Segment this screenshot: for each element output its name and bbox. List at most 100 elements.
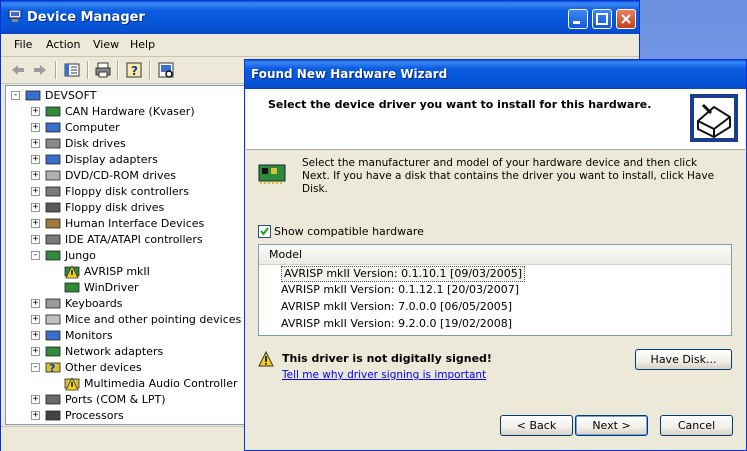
expand-icon[interactable]: + (31, 315, 40, 324)
close-button[interactable] (616, 9, 636, 29)
minimize-button[interactable] (568, 9, 588, 29)
expand-icon[interactable]: + (31, 299, 40, 308)
expand-icon[interactable]: + (31, 235, 40, 244)
question-icon: ? (45, 362, 61, 375)
expand-icon[interactable]: + (31, 347, 40, 356)
back-arrow-icon[interactable] (9, 61, 27, 79)
processor-icon (45, 410, 61, 421)
tree-item-label: Floppy disk drives (65, 201, 165, 214)
tree-item-label: Computer (65, 121, 120, 134)
tree-item-label: Disk drives (65, 137, 126, 150)
wizard-header: Select the device driver you want to ins… (246, 89, 745, 150)
menu-file[interactable]: File (14, 38, 32, 51)
checkmark-icon (260, 227, 269, 236)
tree-item-label: DVD/CD-ROM drives (65, 169, 176, 182)
question-warning-icon (64, 377, 80, 391)
window-title: Device Manager (27, 10, 145, 25)
tree-item-label: Human Interface Devices (65, 217, 205, 230)
keyboard-icon (45, 298, 61, 309)
warning-card-icon (64, 265, 80, 279)
network-icon (45, 346, 61, 357)
collapse-icon[interactable]: - (11, 91, 20, 100)
tree-item-label: Multimedia Audio Controller (84, 377, 238, 390)
svg-text:?: ? (131, 64, 138, 78)
tree-item-label: Jungo (65, 249, 96, 262)
model-item[interactable]: AVRISP mkII Version: 0.1.12.1 [20/03/200… (281, 283, 519, 299)
collapse-icon[interactable]: - (31, 363, 40, 372)
tree-item-label: Keyboards (65, 297, 123, 310)
model-list[interactable]: Model AVRISP mkII Version: 0.1.10.1 [09/… (258, 244, 732, 336)
computer-icon (25, 90, 41, 101)
svg-text:?: ? (49, 362, 55, 375)
found-new-hardware-wizard: Found New Hardware Wizard Select the dev… (244, 59, 747, 451)
minimize-icon (573, 21, 580, 24)
tree-item-label: Monitors (65, 329, 113, 342)
expand-icon[interactable]: + (31, 155, 40, 164)
scan-hardware-icon[interactable] (157, 61, 175, 79)
wizard-heading: Select the device driver you want to ins… (268, 98, 652, 111)
device-manager-titlebar[interactable]: Device Manager (1, 1, 639, 34)
model-header-label: Model (269, 248, 303, 261)
maximize-button[interactable] (592, 9, 612, 29)
tree-item-label: Display adapters (65, 153, 158, 166)
properties-icon[interactable] (63, 61, 81, 79)
card-icon (45, 106, 61, 117)
menu-bar: File Action View Help (1, 34, 639, 57)
unsigned-driver-warning: This driver is not digitally signed! (282, 352, 492, 365)
card-icon (64, 282, 80, 293)
wizard-instructions: Select the manufacturer and model of you… (302, 157, 715, 195)
menu-view[interactable]: View (93, 38, 119, 51)
collapse-icon[interactable]: - (31, 251, 40, 260)
toolbar-separator (87, 61, 89, 79)
card-icon (45, 250, 61, 261)
disk-icon (45, 138, 61, 149)
expand-icon[interactable]: + (31, 171, 40, 180)
expand-icon[interactable]: + (31, 203, 40, 212)
toolbar-separator (117, 61, 119, 79)
tree-item-label: Other devices (65, 361, 142, 374)
menu-action[interactable]: Action (46, 38, 80, 51)
cancel-button[interactable]: Cancel (660, 415, 733, 436)
tree-item-label: Ports (COM & LPT) (65, 393, 166, 406)
show-compatible-checkbox[interactable] (258, 225, 271, 238)
help-icon[interactable]: ? (125, 61, 143, 79)
tree-item-label: CAN Hardware (Kvaser) (65, 105, 195, 118)
expand-icon[interactable]: + (31, 219, 40, 228)
cdrom-icon (45, 170, 61, 181)
display-icon (45, 154, 61, 165)
wizard-titlebar[interactable]: Found New Hardware Wizard (245, 60, 746, 89)
wizard-title: Found New Hardware Wizard (251, 67, 448, 81)
model-column-header[interactable]: Model (259, 245, 731, 265)
driver-signing-link[interactable]: Tell me why driver signing is important (282, 369, 486, 381)
expand-icon[interactable]: + (31, 139, 40, 148)
toolbar-separator (55, 61, 57, 79)
expand-icon[interactable]: + (31, 395, 40, 404)
expand-icon[interactable]: + (31, 331, 40, 340)
forward-arrow-icon[interactable] (31, 61, 49, 79)
model-item[interactable]: AVRISP mkII Version: 0.1.10.1 [09/03/200… (281, 266, 526, 282)
maximize-icon (596, 13, 608, 25)
expand-icon[interactable]: + (31, 187, 40, 196)
have-disk-button[interactable]: Have Disk... (635, 349, 732, 370)
tree-item-label: Floppy disk controllers (65, 185, 189, 198)
ide-icon (45, 234, 61, 245)
hardware-card-icon (258, 164, 286, 184)
hid-icon (45, 218, 61, 229)
show-compatible-label[interactable]: Show compatible hardware (274, 225, 424, 238)
wizard-body: Select the manufacturer and model of you… (246, 150, 745, 449)
mouse-icon (45, 314, 61, 325)
model-item[interactable]: AVRISP mkII Version: 7.0.0.0 [06/05/2005… (281, 300, 512, 316)
tree-item-label: IDE ATA/ATAPI controllers (65, 233, 203, 246)
expand-icon[interactable]: + (31, 107, 40, 116)
expand-icon[interactable]: + (31, 411, 40, 420)
back-button[interactable]: < Back (500, 415, 573, 436)
expand-icon[interactable]: + (31, 123, 40, 132)
menu-help[interactable]: Help (130, 38, 155, 51)
model-item[interactable]: AVRISP mkII Version: 9.2.0.0 [19/02/2008… (281, 317, 512, 333)
tree-item-label: Mice and other pointing devices (65, 313, 242, 326)
next-button[interactable]: Next > (575, 415, 648, 436)
print-icon[interactable] (94, 61, 112, 79)
toolbar-separator (149, 61, 151, 79)
tree-item-label: Processors (65, 409, 124, 422)
tree-item-label: WinDriver (84, 281, 139, 294)
